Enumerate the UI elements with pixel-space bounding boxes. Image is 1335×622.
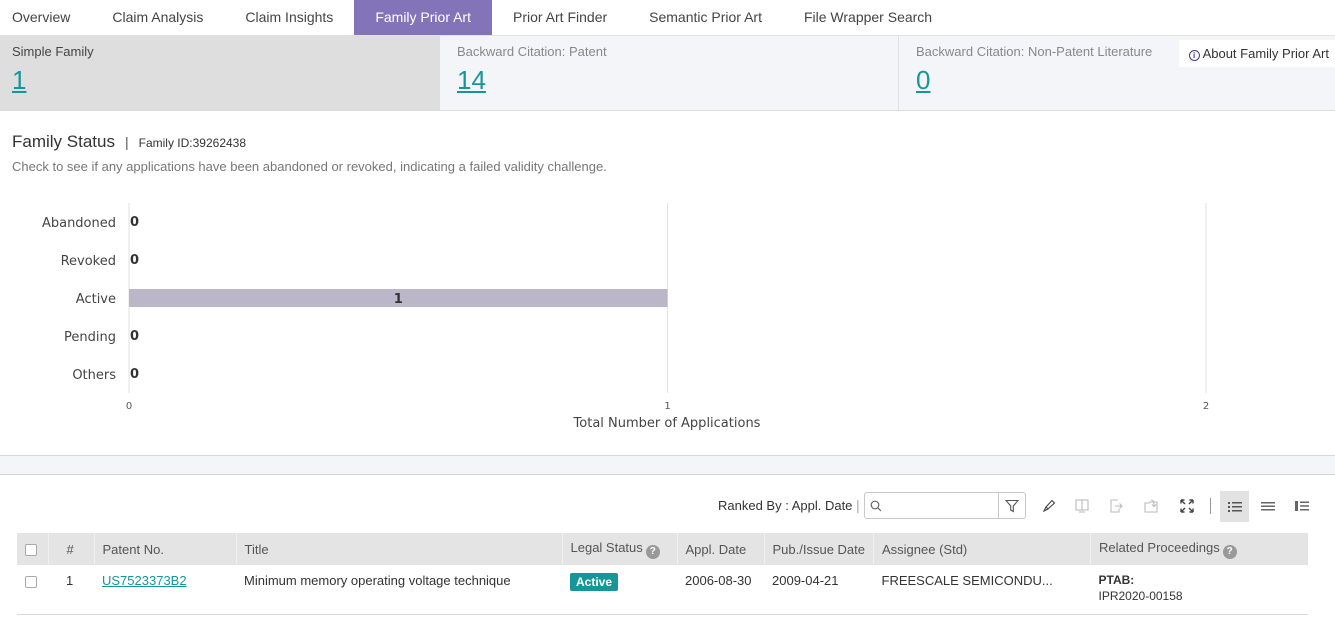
search-input[interactable] xyxy=(887,493,998,518)
data-label: 0 xyxy=(130,215,139,230)
info-icon: i xyxy=(1188,50,1200,61)
col-label: Legal Status xyxy=(570,539,643,555)
highlighter-icon[interactable] xyxy=(1035,492,1063,520)
family-status-title: Family Status xyxy=(12,132,115,151)
category-label: Pending xyxy=(64,330,116,345)
x-tick-label: 2 xyxy=(1203,401,1209,412)
proceedings-label: PTAB: xyxy=(1098,573,1135,587)
appl-date-cell: 2006-08-30 xyxy=(677,565,764,615)
pub-date-cell: 2009-04-21 xyxy=(764,565,874,615)
stat-label: Simple Family xyxy=(12,44,94,59)
col-appl-date[interactable]: Appl. Date xyxy=(676,533,764,565)
section-divider xyxy=(0,455,1335,475)
toolbar-divider xyxy=(1210,498,1211,514)
row-select-cell xyxy=(17,565,48,615)
assignee-cell: FREESCALE SEMICONDU... xyxy=(873,565,1091,615)
tab-file-wrapper-search[interactable]: File Wrapper Search xyxy=(783,0,953,35)
toolbar-separator: | xyxy=(856,497,860,513)
col-label: Related Proceedings xyxy=(1099,539,1220,555)
compare-icon[interactable] xyxy=(1068,492,1096,520)
legal-status-cell: Active xyxy=(562,565,677,615)
results-table: # Patent No. Title Legal Status? Appl. D… xyxy=(17,533,1308,615)
col-pub-date[interactable]: Pub./Issue Date xyxy=(763,533,874,565)
search-box xyxy=(864,492,1026,519)
backward-patent-count-link[interactable]: 14 xyxy=(457,65,486,96)
patent-link[interactable]: US7523373B2 xyxy=(102,573,187,588)
tab-prior-art-finder[interactable]: Prior Art Finder xyxy=(492,0,628,35)
stat-backward-citation-patent[interactable]: Backward Citation: Patent 14 xyxy=(440,36,899,110)
col-legal-status[interactable]: Legal Status? xyxy=(561,533,677,565)
data-label: 1 xyxy=(394,292,403,307)
col-title[interactable]: Title xyxy=(235,533,562,565)
stat-backward-citation-npl[interactable]: Backward Citation: Non-Patent Literature… xyxy=(899,36,1335,110)
ranked-by-dropdown[interactable]: Ranked By : Appl. Date xyxy=(718,498,852,513)
results-toolbar: Ranked By : Appl. Date | xyxy=(0,490,1335,522)
col-assignee[interactable]: Assignee (Std) xyxy=(873,533,1091,565)
tab-claim-insights[interactable]: Claim Insights xyxy=(224,0,354,35)
category-label: Revoked xyxy=(61,254,116,269)
tab-semantic-prior-art[interactable]: Semantic Prior Art xyxy=(628,0,783,35)
backward-npl-count-link[interactable]: 0 xyxy=(916,65,930,96)
stats-bar: Simple Family 1 Backward Citation: Paten… xyxy=(0,36,1335,111)
select-all-header xyxy=(17,533,48,565)
help-icon[interactable]: ? xyxy=(1222,544,1237,559)
data-label: 0 xyxy=(130,329,139,344)
table-header-row: # Patent No. Title Legal Status? Appl. D… xyxy=(17,533,1308,565)
category-label: Abandoned xyxy=(42,216,116,231)
tab-claim-analysis[interactable]: Claim Analysis xyxy=(91,0,224,35)
family-status-description: Check to see if any applications have be… xyxy=(12,159,607,174)
simple-family-count-link[interactable]: 1 xyxy=(12,65,26,96)
save-to-folder-icon[interactable] xyxy=(1137,492,1165,520)
col-index[interactable]: # xyxy=(47,533,94,565)
row-index: 1 xyxy=(48,565,94,615)
category-label: Others xyxy=(72,368,116,383)
search-icon xyxy=(865,493,887,518)
patent-no-cell: US7523373B2 xyxy=(94,565,236,615)
family-status-chart: Abandoned Revoked Active Pending Others 0 0 1 0… xyxy=(42,203,1209,431)
title-cell: Minimum memory operating voltage techniq… xyxy=(236,565,562,615)
related-proceedings-cell: PTAB: IPR2020-00158 xyxy=(1090,565,1308,615)
tab-overview[interactable]: Overview xyxy=(0,0,91,35)
list-view-icon[interactable] xyxy=(1220,491,1249,522)
family-status-header: Family Status | Family ID:39262438 xyxy=(12,132,246,152)
data-label: 0 xyxy=(130,253,139,268)
tab-family-prior-art[interactable]: Family Prior Art xyxy=(354,0,492,35)
filter-icon[interactable] xyxy=(998,493,1025,518)
x-axis-label: Total Number of Applications xyxy=(573,416,761,431)
about-label: About Family Prior Art xyxy=(1202,46,1329,61)
col-patent-no[interactable]: Patent No. xyxy=(93,533,236,565)
x-tick-label: 0 xyxy=(126,401,132,412)
about-family-prior-art-button[interactable]: i About Family Prior Art xyxy=(1178,40,1335,67)
row-checkbox[interactable] xyxy=(25,575,37,588)
col-related-proceedings[interactable]: Related Proceedings? xyxy=(1090,533,1308,565)
legal-status-badge: Active xyxy=(570,573,619,591)
select-all-checkbox[interactable] xyxy=(25,544,37,557)
category-label: Active xyxy=(76,292,116,307)
help-icon[interactable]: ? xyxy=(645,544,660,559)
detail-view-icon[interactable] xyxy=(1288,492,1316,520)
stat-simple-family[interactable]: Simple Family 1 xyxy=(0,36,440,110)
export-icon[interactable] xyxy=(1102,492,1130,520)
x-tick-label: 1 xyxy=(664,401,670,412)
family-id: Family ID:39262438 xyxy=(138,136,247,150)
compact-view-icon[interactable] xyxy=(1254,492,1282,520)
stat-label: Backward Citation: Patent xyxy=(457,44,607,59)
proceedings-value[interactable]: IPR2020-00158 xyxy=(1099,589,1301,603)
header-separator: | xyxy=(124,134,129,150)
data-label: 0 xyxy=(130,367,139,382)
fullscreen-icon[interactable] xyxy=(1173,492,1201,520)
main-tabs: Overview Claim Analysis Claim Insights F… xyxy=(0,0,1335,36)
table-row: 1 US7523373B2 Minimum memory operating v… xyxy=(17,565,1308,615)
